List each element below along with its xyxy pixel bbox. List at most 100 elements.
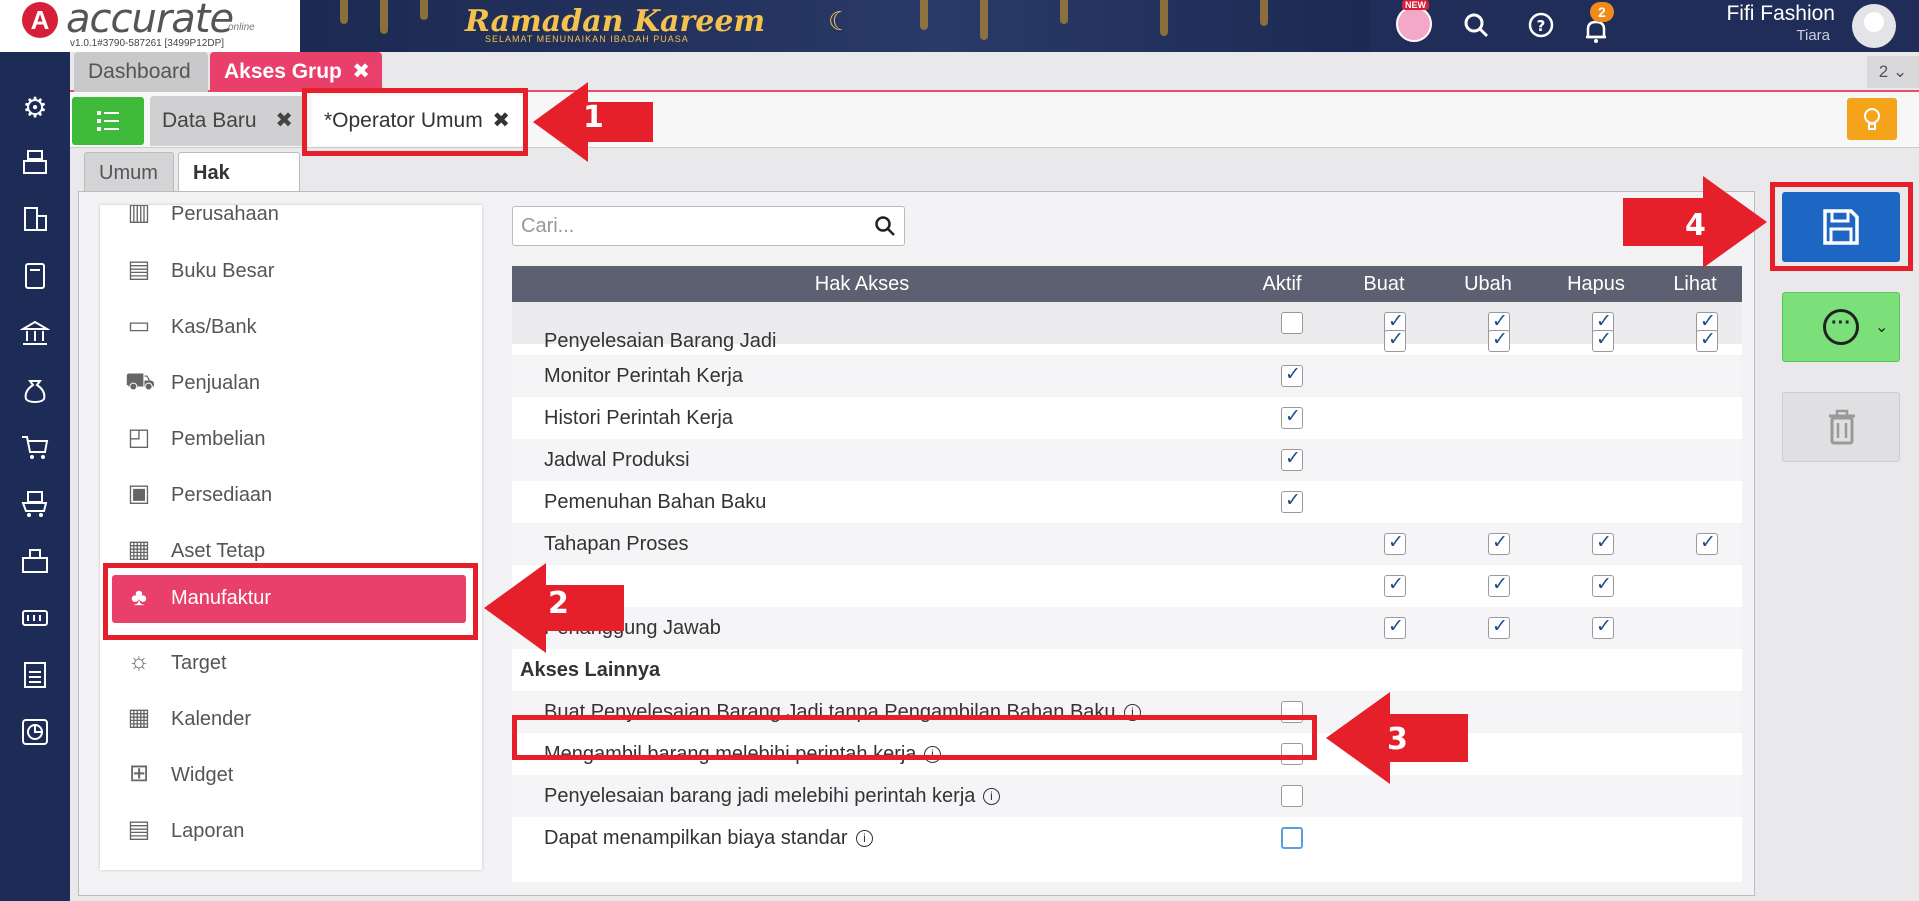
menu-item-kalender[interactable]: ▦ Kalender	[100, 692, 482, 748]
tab-hak-akses[interactable]: Hak Akses	[178, 152, 300, 224]
more-options-button[interactable]: ··· ⌄	[1782, 292, 1900, 362]
ledger-icon: ▤	[127, 256, 151, 283]
checkbox-hapus[interactable]	[1592, 531, 1614, 555]
column-header-lihat: Lihat	[1673, 273, 1717, 295]
info-icon[interactable]: i	[983, 788, 1000, 805]
cart-icon[interactable]	[17, 432, 53, 468]
ellipsis-icon: ···	[1823, 309, 1859, 345]
version-text: v1.0.1#3790-587261 [3499P12DP]	[70, 38, 225, 49]
menu-item-penjualan[interactable]: ⛟ Penjualan	[100, 356, 482, 412]
logo-text: accurate	[66, 0, 234, 42]
purchase-cart-icon[interactable]	[17, 489, 53, 525]
tax-icon[interactable]	[17, 660, 53, 696]
building-icon: ▥	[127, 205, 151, 226]
column-header-aktif: Aktif	[1262, 273, 1302, 295]
box-icon: ▣	[127, 480, 151, 507]
report-icon: ▤	[127, 816, 151, 843]
checkbox-buat[interactable]	[1384, 531, 1406, 555]
factory-icon[interactable]	[17, 603, 53, 639]
report-chart-icon[interactable]	[17, 717, 53, 753]
delete-button[interactable]	[1782, 392, 1900, 462]
logo-online: online	[228, 22, 255, 33]
checkbox-ubah[interactable]	[1488, 531, 1510, 555]
menu-item-target[interactable]: ☼ Target	[100, 636, 482, 692]
checkbox-hapus[interactable]	[1592, 615, 1614, 639]
list-view-button[interactable]	[72, 97, 144, 145]
close-icon[interactable]: ✖	[352, 52, 370, 92]
calendar-icon: ▦	[127, 704, 151, 731]
section-header: Akses Lainnya	[512, 649, 1742, 691]
widget-icon: ⊞	[128, 760, 150, 787]
bag-icon: ◰	[127, 424, 151, 451]
menu-item-perusahaan[interactable]: ▥ Perusahaan	[100, 205, 482, 243]
search-icon[interactable]	[874, 211, 896, 243]
tab-dashboard[interactable]: Dashboard	[74, 52, 208, 92]
row-label: Pemenuhan Bahan Baku	[544, 491, 767, 513]
cart-icon: ⛟	[125, 368, 156, 395]
search-input[interactable]	[521, 213, 861, 239]
search-icon[interactable]	[1462, 12, 1490, 40]
top-bar: A accurate online v1.0.1#3790-587261 [34…	[0, 0, 1919, 52]
bank-icon[interactable]	[17, 318, 53, 354]
company-name[interactable]: Fifi Fashion	[1720, 2, 1835, 26]
checkbox-buat[interactable]	[1384, 328, 1406, 352]
row-label: Monitor Perintah Kerja	[544, 365, 743, 387]
lightbulb-icon[interactable]	[1847, 98, 1897, 140]
tab-count-dropdown[interactable]: 2 ⌄	[1867, 56, 1919, 88]
ramadan-banner: Ramadan Kareem SELAMAT MENUNAIKAN IBADAH…	[300, 0, 1370, 52]
checkbox-hapus[interactable]	[1592, 328, 1614, 352]
inventory-icon[interactable]	[17, 546, 53, 582]
checkbox-buat[interactable]	[1384, 573, 1406, 597]
banner-subtitle: SELAMAT MENUNAIKAN IBADAH PUASA	[485, 34, 689, 44]
menu-item-persediaan[interactable]: ▣ Persediaan	[100, 468, 482, 524]
header-right	[1370, 0, 1919, 52]
user-avatar[interactable]	[1852, 4, 1896, 48]
checkbox-ubah[interactable]	[1488, 615, 1510, 639]
access-rights-table: Hak Akses Aktif Buat Ubah Hapus Lihat Pe…	[512, 266, 1742, 882]
table-row: Jadwal Produksi	[512, 439, 1742, 481]
checkbox-ubah[interactable]	[1488, 573, 1510, 597]
help-icon[interactable]: ?	[1527, 12, 1555, 40]
building-icon[interactable]	[17, 204, 53, 240]
menu-item-laporan[interactable]: ▤ Laporan	[100, 804, 482, 860]
money-bag-icon[interactable]	[17, 375, 53, 411]
checkbox-aktif[interactable]	[1281, 405, 1303, 429]
checkbox-aktif[interactable]	[1281, 489, 1303, 513]
checkbox-lihat[interactable]	[1696, 328, 1718, 352]
checkbox-aktif[interactable]	[1281, 447, 1303, 471]
checkbox-aktif[interactable]	[1281, 785, 1303, 807]
row-label: Jadwal Produksi	[544, 449, 690, 471]
checkbox-buat[interactable]	[1384, 615, 1406, 639]
checkbox-hapus[interactable]	[1592, 573, 1614, 597]
cash-register-icon[interactable]	[17, 147, 53, 183]
checkbox-ubah[interactable]	[1488, 328, 1510, 352]
row-label: Histori Perintah Kerja	[544, 407, 733, 429]
checkbox-aktif[interactable]	[1281, 363, 1303, 387]
new-feature-avatar-icon[interactable]	[1396, 6, 1432, 42]
book-icon[interactable]	[17, 261, 53, 297]
close-icon[interactable]: ✖	[275, 96, 293, 146]
tab-umum[interactable]: Umum	[84, 152, 174, 192]
table-row: Penyelesaian barang jadi melebihi perint…	[512, 775, 1742, 817]
highlight-box-2	[103, 563, 478, 640]
column-header-hapus: Hapus	[1567, 273, 1625, 295]
table-row: Dapat menampilkan biaya standar i	[512, 817, 1742, 859]
main-tab-bar: Dashboard Akses Grup ✖ 2 ⌄	[70, 52, 1919, 92]
wallet-icon: ▭	[127, 312, 151, 339]
menu-item-kas-bank[interactable]: ▭ Kas/Bank	[100, 300, 482, 356]
bell-icon[interactable]	[1582, 18, 1610, 46]
logo-area[interactable]: A accurate online v1.0.1#3790-587261 [34…	[0, 0, 300, 52]
menu-item-widget[interactable]: ⊞ Widget	[100, 748, 482, 804]
trash-icon	[1829, 409, 1855, 445]
checkbox-aktif[interactable]	[1281, 827, 1303, 849]
gear-icon[interactable]: ⚙	[17, 90, 53, 126]
menu-item-pembelian[interactable]: ◰ Pembelian	[100, 412, 482, 468]
checkbox-lihat[interactable]	[1696, 531, 1718, 555]
info-icon[interactable]: i	[856, 830, 873, 847]
tab-akses-grup[interactable]: Akses Grup ✖	[210, 52, 382, 92]
row-label: Penyelesaian Barang Jadi	[544, 330, 777, 352]
search-box	[512, 206, 905, 246]
menu-item-buku-besar[interactable]: ▤ Buku Besar	[100, 244, 482, 300]
target-icon: ☼	[128, 648, 150, 675]
tab-data-baru[interactable]: Data Baru ✖	[150, 96, 305, 146]
